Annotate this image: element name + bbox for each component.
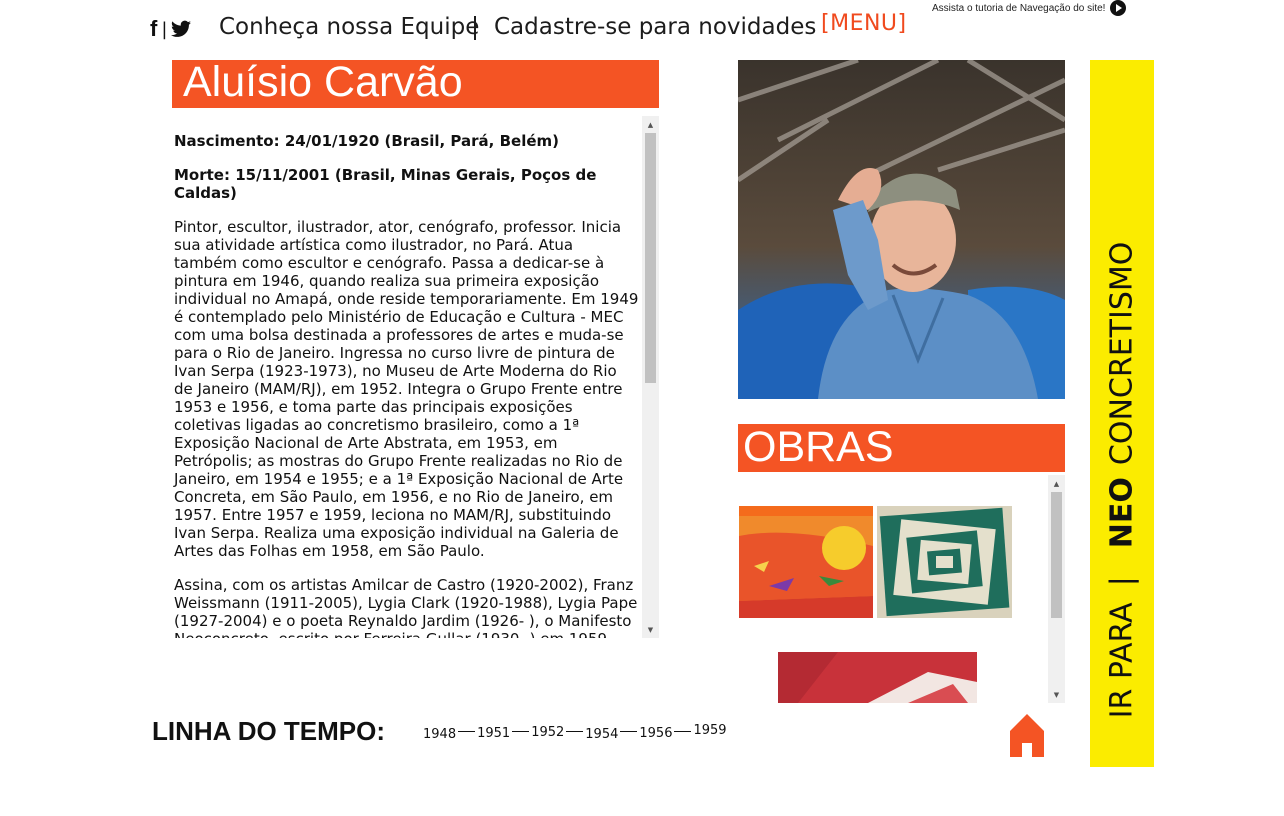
scroll-up-arrow-icon[interactable]: ▲ bbox=[1048, 475, 1065, 492]
timeline-year[interactable]: 1956 bbox=[639, 726, 672, 741]
artwork-thumbnail[interactable] bbox=[778, 652, 977, 703]
timeline-year[interactable]: 1951 bbox=[477, 726, 510, 741]
scroll-down-arrow-icon[interactable]: ▼ bbox=[1048, 686, 1065, 703]
team-link[interactable]: Conheça nossa Equipe bbox=[219, 14, 479, 40]
bio-paragraph: Assina, com os artistas Amilcar de Castr… bbox=[174, 576, 638, 638]
bio-scroll-area[interactable]: Nascimento: 24/01/1920 (Brasil, Pará, Be… bbox=[172, 116, 659, 638]
home-icon[interactable] bbox=[1010, 713, 1044, 757]
social-separator: | bbox=[161, 18, 168, 40]
timeline-year[interactable]: 1948 bbox=[423, 727, 456, 742]
artist-photo bbox=[738, 60, 1065, 399]
timeline: 1948 1951 1952 1954 1956 1959 bbox=[423, 723, 727, 742]
tutorial-text: Assista o tutoria de Navegação do site! bbox=[932, 2, 1106, 14]
menu-button[interactable]: [MENU] bbox=[821, 11, 907, 36]
twitter-icon[interactable] bbox=[171, 20, 192, 38]
tutorial-link[interactable]: Assista o tutoria de Navegação do site! bbox=[932, 0, 1127, 16]
nav-divider bbox=[474, 16, 476, 40]
bio-scrollbar[interactable]: ▲ ▼ bbox=[642, 116, 659, 638]
timeline-year[interactable]: 1954 bbox=[585, 727, 618, 742]
timeline-dash bbox=[512, 731, 530, 732]
death-info: Morte: 15/11/2001 (Brasil, Minas Gerais,… bbox=[174, 166, 597, 202]
scroll-up-arrow-icon[interactable]: ▲ bbox=[642, 116, 659, 133]
side-neo: NEO bbox=[1104, 477, 1140, 549]
side-prefix: IR PARA bbox=[1104, 602, 1140, 719]
side-rest: CONCRETISMO bbox=[1104, 241, 1140, 466]
play-icon[interactable] bbox=[1110, 0, 1127, 16]
obras-scroll-thumb[interactable] bbox=[1051, 492, 1062, 618]
obras-gallery[interactable]: ▲ ▼ bbox=[738, 475, 1065, 703]
bio-scroll-thumb[interactable] bbox=[645, 133, 656, 383]
obras-scrollbar[interactable]: ▲ ▼ bbox=[1048, 475, 1065, 703]
timeline-dash bbox=[674, 731, 692, 732]
timeline-year[interactable]: 1952 bbox=[531, 725, 564, 740]
timeline-dash bbox=[566, 731, 584, 732]
artwork-thumbnail[interactable] bbox=[739, 506, 873, 618]
obras-title-bar: OBRAS bbox=[738, 423, 1065, 472]
side-panel-text: IR PARA | NEO CONCRETISMO bbox=[1105, 242, 1140, 719]
artist-title-bar: Aluísio Carvão bbox=[172, 58, 659, 108]
obras-title: OBRAS bbox=[743, 423, 894, 471]
artist-name: Aluísio Carvão bbox=[183, 58, 463, 106]
birth-info: Nascimento: 24/01/1920 (Brasil, Pará, Be… bbox=[174, 132, 559, 150]
bio-paragraph: Pintor, escultor, ilustrador, ator, cenó… bbox=[174, 218, 639, 560]
timeline-dash bbox=[620, 731, 638, 732]
timeline-year[interactable]: 1959 bbox=[693, 723, 726, 738]
timeline-dash bbox=[458, 731, 476, 732]
signup-link[interactable]: Cadastre-se para novidades bbox=[494, 14, 816, 40]
side-separator: | bbox=[1104, 576, 1140, 587]
scroll-down-arrow-icon[interactable]: ▼ bbox=[642, 621, 659, 638]
social-links: f | bbox=[150, 18, 192, 40]
timeline-label: LINHA DO TEMPO: bbox=[152, 716, 386, 746]
facebook-icon[interactable]: f bbox=[150, 18, 157, 40]
bio-content: Nascimento: 24/01/1920 (Brasil, Pará, Be… bbox=[174, 132, 639, 638]
artwork-thumbnail[interactable] bbox=[877, 506, 1012, 618]
neoconcretismo-link[interactable]: IR PARA | NEO CONCRETISMO bbox=[1090, 60, 1154, 767]
